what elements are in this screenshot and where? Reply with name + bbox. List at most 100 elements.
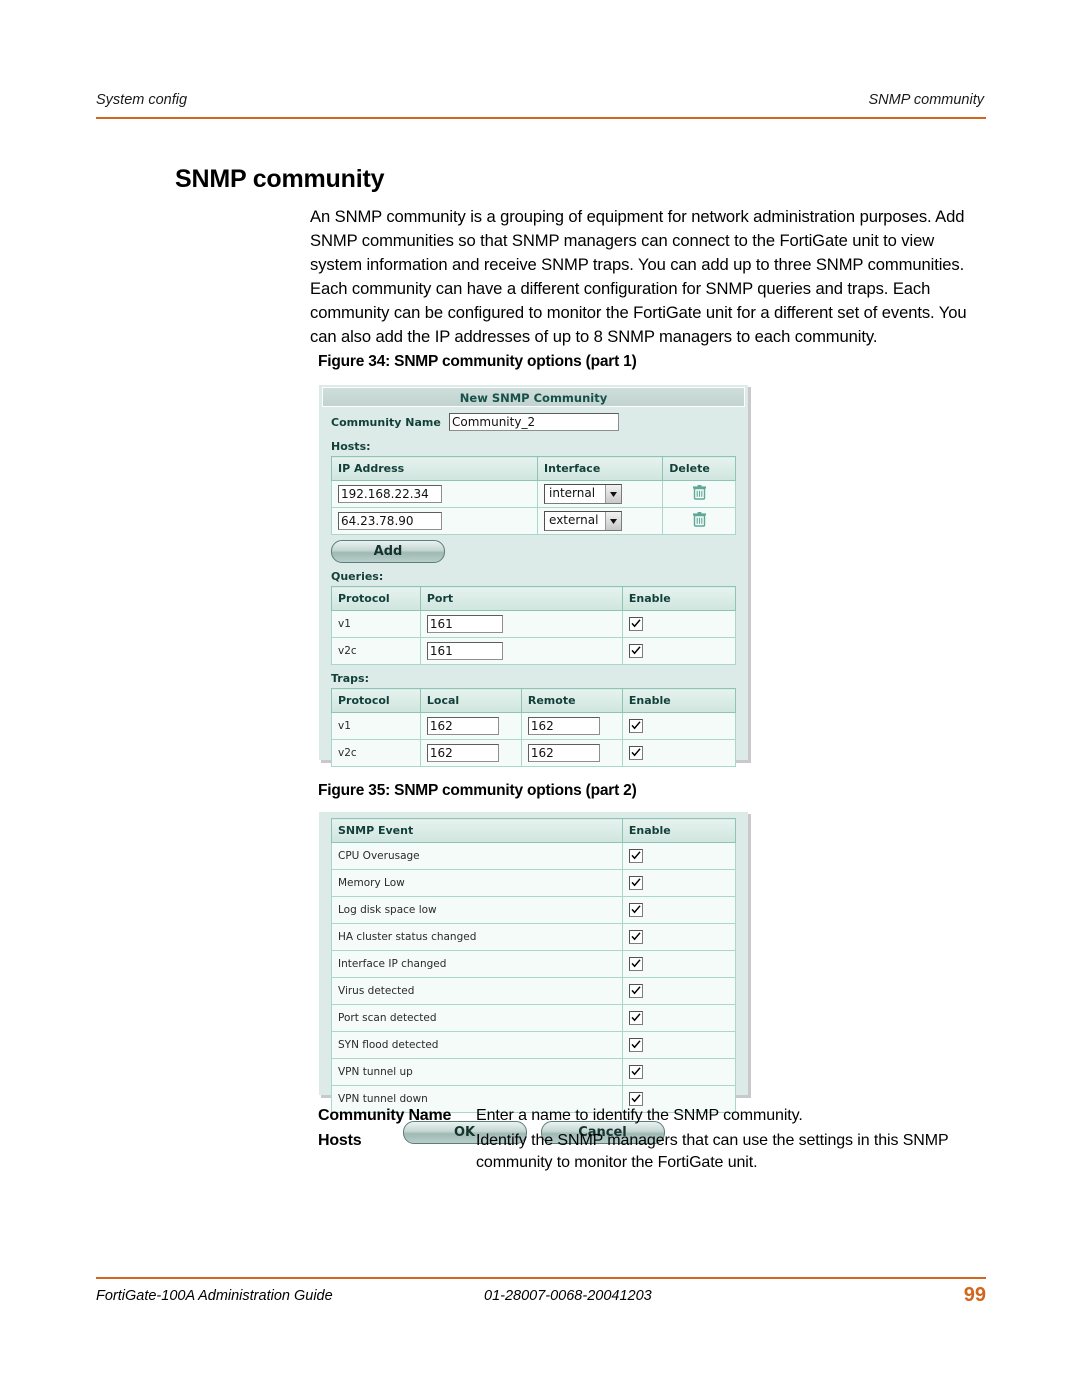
traps-header-enable: Enable xyxy=(621,688,737,713)
host-interface-value: external xyxy=(549,513,599,527)
event-name-cell: CPU Overusage xyxy=(331,842,623,870)
event-enable-checkbox[interactable] xyxy=(628,848,643,863)
hosts-header-interface: Interface xyxy=(537,456,664,481)
table-row: v1 161 xyxy=(331,610,737,638)
event-name-cell: HA cluster status changed xyxy=(331,923,623,951)
queries-label: Queries: xyxy=(331,570,384,583)
event-enable-cell xyxy=(621,1031,737,1059)
traps-enable-checkbox[interactable] xyxy=(628,718,643,733)
footer-document-id: 01-28007-0068-20041203 xyxy=(484,1288,652,1304)
queries-enable-checkbox[interactable] xyxy=(628,616,643,631)
chevron-down-icon xyxy=(605,485,622,503)
community-name-input[interactable]: Community_2 xyxy=(449,413,619,431)
traps-protocol-cell: v2c xyxy=(331,739,421,767)
queries-port-input[interactable]: 161 xyxy=(426,615,503,633)
host-ip-cell: 64.23.78.90 xyxy=(330,507,539,535)
traps-header-protocol: Protocol xyxy=(331,688,421,713)
table-row: SYN flood detected xyxy=(331,1031,737,1059)
traps-local-cell: 162 xyxy=(419,739,522,767)
traps-remote-cell: 162 xyxy=(520,739,623,767)
event-enable-checkbox[interactable] xyxy=(628,1010,643,1025)
footer-divider-rule xyxy=(96,1277,986,1279)
table-row: Virus detected xyxy=(331,977,737,1005)
traps-remote-cell: 162 xyxy=(520,712,623,740)
event-enable-checkbox[interactable] xyxy=(628,1064,643,1079)
chevron-down-icon xyxy=(605,512,622,530)
table-row: v1 162 162 xyxy=(331,712,737,740)
queries-protocol-cell: v2c xyxy=(331,637,421,665)
event-name-cell: VPN tunnel up xyxy=(331,1058,623,1086)
footer-guide-title: FortiGate-100A Administration Guide xyxy=(96,1288,333,1304)
traps-header-row: Protocol Local Remote Enable xyxy=(331,688,737,713)
traps-local-input[interactable]: 162 xyxy=(426,744,499,762)
event-enable-cell xyxy=(621,923,737,951)
trash-icon[interactable] xyxy=(692,485,706,503)
header-divider-rule xyxy=(96,117,986,119)
queries-port-cell: 161 xyxy=(419,637,623,665)
table-row: CPU Overusage xyxy=(331,842,737,870)
table-row: Memory Low xyxy=(331,869,737,897)
hosts-header-ip: IP Address xyxy=(330,456,539,481)
traps-enable-checkbox[interactable] xyxy=(628,745,643,760)
running-header-left: System config xyxy=(96,92,188,108)
host-delete-cell xyxy=(662,507,736,535)
event-enable-checkbox[interactable] xyxy=(628,1091,643,1106)
queries-header-protocol: Protocol xyxy=(331,586,421,611)
traps-protocol-cell: v1 xyxy=(331,712,421,740)
definition-description: Identify the SNMP managers that can use … xyxy=(476,1132,949,1171)
dialog-titlebar: New SNMP Community xyxy=(322,387,745,407)
queries-header-port: Port xyxy=(419,586,623,611)
host-ip-input[interactable]: 192.168.22.34 xyxy=(338,485,442,503)
trash-icon[interactable] xyxy=(692,512,706,530)
table-row: v2c 161 xyxy=(331,637,737,665)
table-row: v2c 162 162 xyxy=(331,739,737,767)
traps-header-local: Local xyxy=(419,688,522,713)
table-row: HA cluster status changed xyxy=(331,923,737,951)
event-name-cell: SYN flood detected xyxy=(331,1031,623,1059)
queries-enable-cell xyxy=(621,637,737,665)
traps-local-input[interactable]: 162 xyxy=(426,717,499,735)
events-header-enable: Enable xyxy=(621,818,737,843)
event-enable-cell xyxy=(621,869,737,897)
queries-port-input[interactable]: 161 xyxy=(426,642,503,660)
traps-enable-cell xyxy=(621,739,737,767)
table-row: Port scan detected xyxy=(331,1004,737,1032)
event-enable-cell xyxy=(621,842,737,870)
traps-remote-input[interactable]: 162 xyxy=(527,717,600,735)
running-header: System config SNMP community xyxy=(96,92,984,108)
traps-local-cell: 162 xyxy=(419,712,522,740)
page-title: SNMP community xyxy=(175,164,385,193)
event-name-cell: Memory Low xyxy=(331,869,623,897)
running-header-right: SNMP community xyxy=(868,92,984,108)
host-interface-select[interactable]: internal xyxy=(544,484,623,504)
traps-table: Protocol Local Remote Enable v1 162 162 xyxy=(331,688,737,767)
queries-port-cell: 161 xyxy=(419,610,623,638)
queries-header-row: Protocol Port Enable xyxy=(331,586,737,611)
host-delete-cell xyxy=(662,480,736,508)
event-enable-cell xyxy=(621,1058,737,1086)
table-row: Interface IP changed xyxy=(331,950,737,978)
traps-header-remote: Remote xyxy=(520,688,623,713)
host-ip-input[interactable]: 64.23.78.90 xyxy=(338,512,442,530)
event-enable-checkbox[interactable] xyxy=(628,902,643,917)
event-enable-checkbox[interactable] xyxy=(628,929,643,944)
host-interface-select[interactable]: external xyxy=(544,511,623,531)
definition-row: Hosts Identify the SNMP managers that ca… xyxy=(318,1130,988,1174)
definition-term: Community Name xyxy=(318,1107,452,1124)
hosts-label: Hosts: xyxy=(331,440,371,453)
queries-enable-checkbox[interactable] xyxy=(628,643,643,658)
host-interface-cell: external xyxy=(537,507,664,535)
event-enable-checkbox[interactable] xyxy=(628,983,643,998)
traps-enable-cell xyxy=(621,712,737,740)
table-row: 192.168.22.34 internal xyxy=(330,480,736,508)
community-name-label: Community Name xyxy=(331,415,441,429)
figure-34-caption: Figure 34: SNMP community options (part … xyxy=(318,353,637,370)
table-row: 64.23.78.90 external xyxy=(330,507,736,535)
event-enable-checkbox[interactable] xyxy=(628,875,643,890)
add-button[interactable]: Add xyxy=(331,540,445,563)
event-enable-checkbox[interactable] xyxy=(628,956,643,971)
traps-remote-input[interactable]: 162 xyxy=(527,744,600,762)
definition-row: Community Name Enter a name to identify … xyxy=(318,1105,988,1127)
queries-enable-cell xyxy=(621,610,737,638)
event-enable-checkbox[interactable] xyxy=(628,1037,643,1052)
